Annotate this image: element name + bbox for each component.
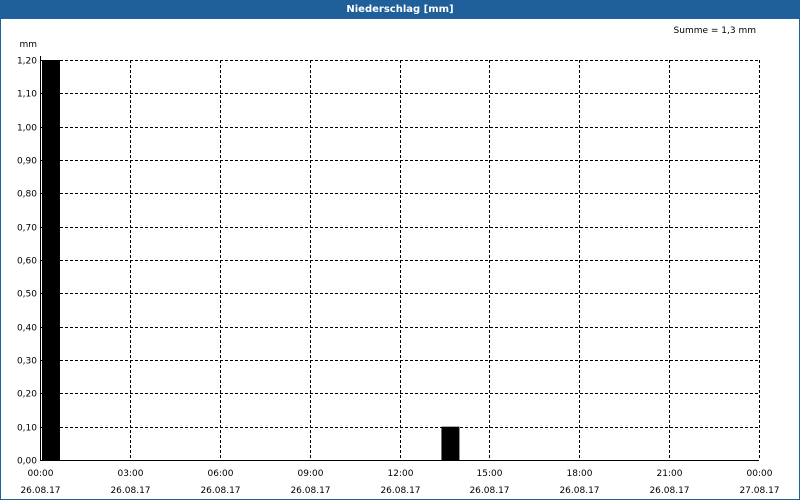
y-tick-label: 0,80	[17, 190, 37, 200]
y-tick-label: 0,40	[17, 324, 37, 334]
y-tick-label: 0,10	[17, 424, 37, 434]
x-tick-date-label: 26.08.17	[110, 486, 150, 496]
x-tick-date-label: 26.08.17	[559, 486, 599, 496]
x-tick-date-label: 27.08.17	[739, 486, 779, 496]
precipitation-bar	[42, 60, 60, 460]
x-tick-date-label: 26.08.17	[380, 486, 420, 496]
y-tick-label: 0,20	[17, 390, 37, 400]
axis-layer	[40, 56, 759, 461]
x-tick-time-label: 15:00	[477, 469, 503, 479]
x-tick-date-label: 26.08.17	[200, 486, 240, 496]
x-tick-time-label: 00:00	[747, 469, 773, 479]
y-tick-label: 0,00	[17, 457, 37, 467]
y-tick-label: 1,00	[17, 124, 37, 134]
x-tick-date-label: 26.08.17	[469, 486, 509, 496]
y-tick-label: 0,60	[17, 257, 37, 267]
x-tick-time-label: 18:00	[567, 469, 593, 479]
x-tick-time-label: 21:00	[657, 469, 683, 479]
x-tick-time-label: 03:00	[118, 469, 144, 479]
y-tick-label: 0,50	[17, 290, 37, 300]
x-tick-time-label: 12:00	[388, 469, 414, 479]
x-tick-date-label: 26.08.17	[20, 486, 60, 496]
y-tick-label: 0,90	[17, 157, 37, 167]
x-tick-time-label: 06:00	[208, 469, 234, 479]
grid-layer	[40, 60, 760, 460]
y-tick-label: 0,30	[17, 357, 37, 367]
y-tick-label: 1,10	[17, 90, 37, 100]
x-tick-time-label: 09:00	[298, 469, 324, 479]
x-tick-time-label: 00:00	[28, 469, 54, 479]
precipitation-bar	[441, 426, 460, 460]
x-tick-date-label: 26.08.17	[290, 486, 330, 496]
y-tick-label: 0,70	[17, 224, 37, 234]
y-axis-unit-label: mm	[19, 40, 37, 50]
y-tick-label: 1,20	[17, 57, 37, 67]
precipitation-chart: 0,00 0,10 0,20 0,30 0,40 0,50 0,60 0,70 0,80 0,90…	[17, 40, 780, 496]
x-tick-date-label: 26.08.17	[649, 486, 689, 496]
